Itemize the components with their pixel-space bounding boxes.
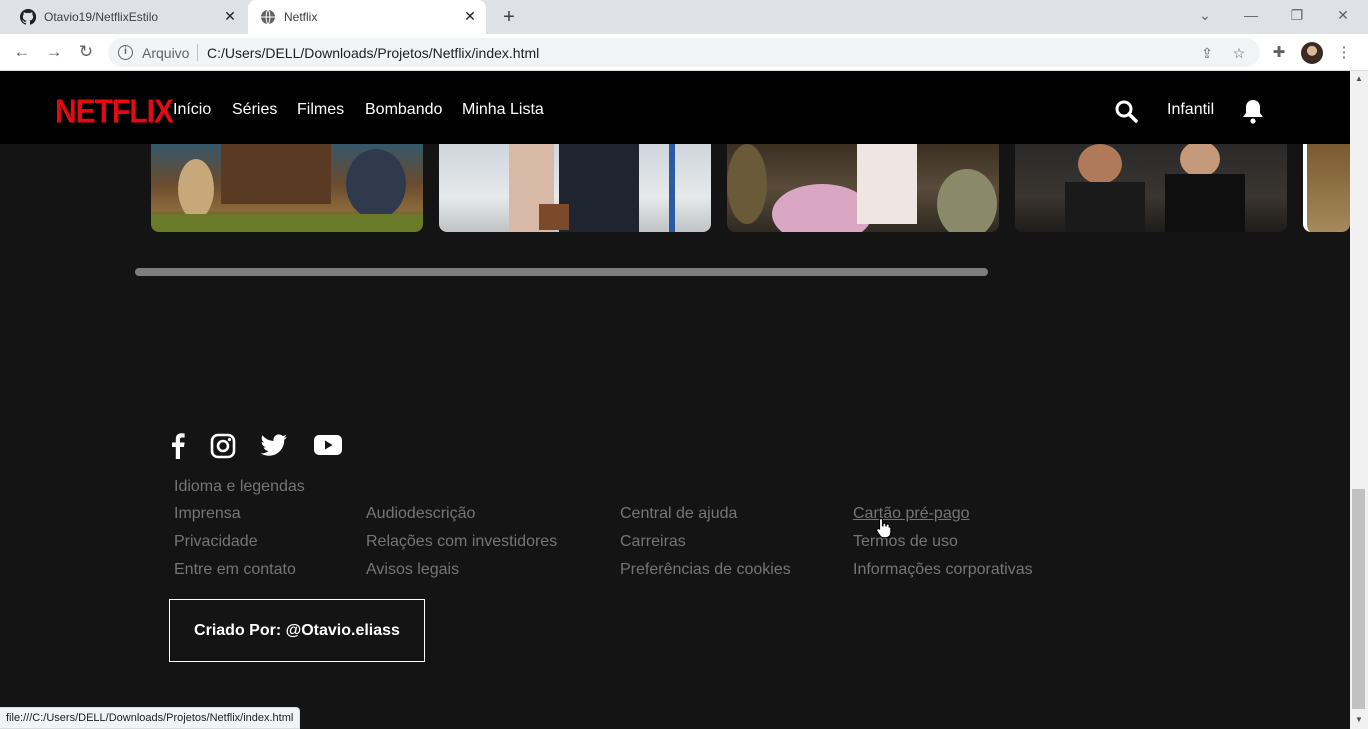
youtube-icon[interactable] (314, 434, 342, 456)
footer-link-audiodescricao[interactable]: Audiodescrição (366, 505, 475, 523)
thumbnail-art (509, 144, 675, 232)
page-viewport: NETFLIX Início Séries Filmes Bombando Mi… (0, 71, 1350, 729)
share-icon[interactable]: ⇪ (1199, 45, 1215, 61)
github-icon (20, 9, 36, 25)
footer-link-carreiras[interactable]: Carreiras (620, 533, 686, 551)
nav-link-minha-lista[interactable]: Minha Lista (462, 101, 544, 119)
thumbnail-art (151, 144, 423, 232)
movie-thumbnail[interactable] (151, 144, 423, 232)
bookmark-star-icon[interactable]: ☆ (1231, 45, 1247, 61)
extensions-icon[interactable]: ✚ (1269, 43, 1289, 63)
footer-link-cookies[interactable]: Preferências de cookies (620, 561, 791, 579)
footer-link-idioma[interactable]: Idioma e legendas (174, 478, 305, 496)
status-bar: file:///C:/Users/DELL/Downloads/Projetos… (0, 707, 301, 729)
movie-thumbnail[interactable] (1015, 144, 1287, 232)
close-tab-icon[interactable]: ✕ (462, 8, 478, 24)
movie-thumbnail[interactable] (727, 144, 999, 232)
globe-icon (261, 9, 275, 25)
footer-link-privacidade[interactable]: Privacidade (174, 533, 258, 551)
tab-netflix[interactable]: Netflix ✕ (248, 0, 486, 34)
new-tab-icon[interactable]: + (499, 7, 519, 27)
footer-link-contato[interactable]: Entre em contato (174, 561, 296, 579)
minimize-icon[interactable]: — (1228, 0, 1274, 30)
nav-link-filmes[interactable]: Filmes (297, 101, 344, 119)
info-icon[interactable]: i (118, 45, 133, 60)
movie-thumbnail[interactable] (439, 144, 711, 232)
back-icon[interactable]: ← (12, 42, 32, 62)
kids-link[interactable]: Infantil (1167, 101, 1214, 119)
scrollbar-thumb[interactable] (1352, 489, 1365, 709)
scroll-down-icon[interactable]: ▼ (1353, 715, 1365, 725)
tab-title: Netflix (284, 10, 318, 24)
movie-row (0, 144, 1350, 234)
close-tab-icon[interactable]: ✕ (222, 8, 238, 24)
footer-link-corporativas[interactable]: Informações corporativas (853, 561, 1033, 579)
movie-thumbnail[interactable] (1303, 144, 1350, 232)
instagram-icon[interactable] (209, 433, 237, 459)
url-text[interactable]: C:/Users/DELL/Downloads/Projetos/Netflix… (207, 45, 539, 61)
browser-tabstrip: Otavio19/NetflixEstilo ✕ Netflix ✕ + ⌄ —… (0, 0, 1368, 34)
browser-toolbar: ← → ↻ i Arquivo C:/Users/DELL/Downloads/… (0, 34, 1368, 71)
divider (197, 44, 198, 61)
hand-cursor-icon (876, 517, 892, 539)
row-scrollbar[interactable] (135, 268, 988, 276)
reload-icon[interactable]: ↻ (76, 42, 96, 62)
twitter-icon[interactable] (260, 433, 288, 459)
thumbnail-art (727, 144, 997, 232)
nav-link-bombando[interactable]: Bombando (365, 101, 442, 119)
forward-icon[interactable]: → (44, 42, 64, 62)
close-window-icon[interactable]: ✕ (1320, 0, 1366, 30)
credit-label: Criado Por: @Otavio.eliass (194, 621, 400, 639)
restore-icon[interactable]: ❐ (1274, 0, 1320, 30)
footer-link-investidores[interactable]: Relações com investidores (366, 533, 557, 551)
scroll-up-icon[interactable]: ▲ (1353, 74, 1365, 84)
footer-link-imprensa[interactable]: Imprensa (174, 505, 241, 523)
footer-link-termos[interactable]: Termos de uso (853, 533, 958, 551)
footer-link-avisos-legais[interactable]: Avisos legais (366, 561, 459, 579)
tab-search-icon[interactable]: ⌄ (1182, 0, 1228, 30)
tab-github[interactable]: Otavio19/NetflixEstilo ✕ (8, 0, 246, 34)
search-icon[interactable] (1114, 99, 1138, 123)
address-bar[interactable]: i Arquivo C:/Users/DELL/Downloads/Projet… (108, 38, 1260, 67)
nav-link-series[interactable]: Séries (232, 101, 277, 119)
menu-kebab-icon[interactable]: ⋮ (1334, 43, 1354, 63)
credit-button[interactable]: Criado Por: @Otavio.eliass (169, 599, 425, 662)
footer-link-central-ajuda[interactable]: Central de ajuda (620, 505, 737, 523)
nav-link-inicio[interactable]: Início (173, 101, 211, 119)
facebook-icon[interactable] (165, 433, 193, 459)
profile-avatar[interactable] (1301, 42, 1323, 64)
netflix-header: NETFLIX Início Séries Filmes Bombando Mi… (0, 71, 1350, 144)
protocol-label: Arquivo (142, 45, 190, 61)
page-vertical-scrollbar[interactable]: ▲ ▼ (1350, 71, 1368, 729)
bell-icon[interactable] (1241, 98, 1265, 124)
footer-link-cartao[interactable]: Cartão pré-pago (853, 505, 970, 523)
thumbnail-art (1065, 144, 1245, 232)
tab-title: Otavio19/NetflixEstilo (44, 10, 159, 24)
netflix-logo[interactable]: NETFLIX (55, 94, 174, 131)
